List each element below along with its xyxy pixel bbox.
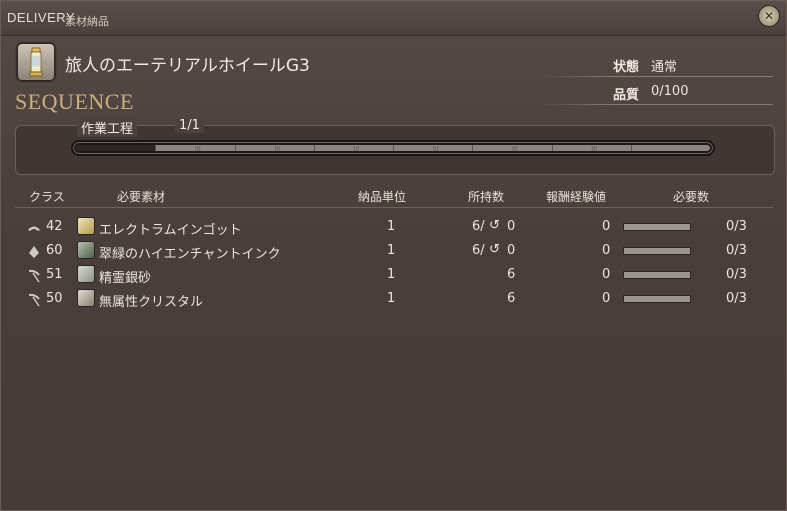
hq-icon: ↺ [489, 218, 500, 233]
class-level: 51 [46, 267, 63, 282]
step-count: 1/1 [175, 118, 204, 133]
progress-segment-divider [630, 145, 632, 151]
progress-segment-divider [313, 145, 315, 151]
miner-icon [27, 292, 41, 307]
required-progress-bar [623, 223, 691, 231]
progress-segment-divider [234, 145, 236, 151]
miner-icon [27, 268, 41, 283]
required-count: 0/3 [726, 267, 747, 282]
owned-count: 6 [507, 267, 516, 282]
header-material: 必要素材 [117, 190, 166, 204]
sand-icon[interactable] [77, 265, 95, 283]
quality-value: 0/100 [651, 84, 689, 99]
condition-value: 通常 [651, 60, 678, 75]
delivery-unit: 1 [387, 291, 396, 306]
title-bar[interactable]: DELIVERY 素材納品 ✕ [1, 1, 786, 36]
owned-count: 6 [507, 291, 516, 306]
required-count: 0/3 [726, 219, 747, 234]
table-row[interactable]: 51 精霊銀砂 1 6 0 0/3 [1, 263, 787, 287]
required-count: 0/3 [726, 243, 747, 258]
progress-segment-tick: ||| [194, 146, 201, 151]
header-exp: 報酬経験値 [546, 190, 607, 204]
required-progress-bar [623, 271, 691, 279]
alchemist-icon [27, 244, 41, 258]
ingot-icon[interactable] [77, 217, 95, 235]
delivery-unit: 1 [387, 267, 396, 282]
reward-exp: 0 [602, 219, 611, 234]
condition-label: 状態 [613, 60, 640, 75]
progress-segment-tick: ||| [591, 146, 598, 151]
sequence-title: SEQUENCE [15, 89, 134, 114]
delivery-window: DELIVERY 素材納品 ✕ 旅人のエーテリアルホイールG3 状態 通常 品質… [0, 0, 787, 511]
required-progress-bar [623, 295, 691, 303]
progress-segment-tick: ||| [511, 146, 518, 151]
reward-exp: 0 [602, 243, 611, 258]
progress-fill [76, 145, 156, 151]
item-name: 旅人のエーテリアルホイールG3 [65, 56, 310, 76]
header-unit: 納品単位 [358, 190, 407, 204]
window-subtitle: 素材納品 [65, 15, 109, 28]
armorer-icon [27, 220, 41, 234]
progress-segment-divider [551, 145, 553, 151]
delivery-unit: 1 [387, 243, 396, 258]
owned-nq: 6/ [472, 219, 485, 234]
required-count: 0/3 [726, 291, 747, 306]
table-row[interactable]: 60 翠緑のハイエンチャントインク 1 6/ ↺ 0 0 0/3 [1, 239, 787, 263]
sequence-progress-bar: ||| ||| ||| ||| ||| ||| [71, 140, 715, 156]
aetherial-wheel-icon[interactable] [17, 43, 55, 81]
reward-exp: 0 [602, 267, 611, 282]
close-button[interactable]: ✕ [758, 5, 780, 27]
material-name: 無属性クリスタル [99, 295, 204, 310]
material-name: 精霊銀砂 [99, 271, 152, 286]
material-name: エレクトラムインゴット [99, 223, 242, 238]
progress-segment-divider [472, 145, 474, 151]
progress-segment-tick: ||| [432, 146, 439, 151]
quality-label: 品質 [613, 88, 640, 103]
divider [541, 76, 773, 77]
table-row[interactable]: 42 エレクトラムインゴット 1 6/ ↺ 0 0 0/3 [1, 215, 787, 239]
class-level: 50 [46, 291, 63, 306]
step-label: 作業工程 [77, 118, 138, 137]
class-level: 60 [46, 243, 63, 258]
hq-icon: ↺ [489, 242, 500, 257]
progress-segment-divider [393, 145, 394, 151]
header-divider [15, 207, 773, 208]
ink-icon[interactable] [77, 241, 95, 259]
progress-segment-tick: ||| [353, 146, 360, 151]
header-required: 必要数 [673, 190, 710, 204]
progress-segment-tick: ||| [274, 146, 281, 151]
required-progress-bar [623, 247, 691, 255]
owned-hq: 0 [507, 219, 516, 234]
crystal-icon[interactable] [77, 289, 95, 307]
owned-nq: 6/ [472, 243, 485, 258]
delivery-unit: 1 [387, 219, 396, 234]
class-level: 42 [46, 219, 63, 234]
close-gear-icon: ✕ [763, 9, 775, 23]
header-owned: 所持数 [468, 190, 505, 204]
header-class: クラス [29, 190, 65, 204]
progress-segment-divider [155, 145, 157, 151]
material-name: 翠緑のハイエンチャントインク [99, 247, 281, 262]
reward-exp: 0 [602, 291, 611, 306]
divider [541, 104, 773, 105]
owned-hq: 0 [507, 243, 516, 258]
table-row[interactable]: 50 無属性クリスタル 1 6 0 0/3 [1, 287, 787, 311]
